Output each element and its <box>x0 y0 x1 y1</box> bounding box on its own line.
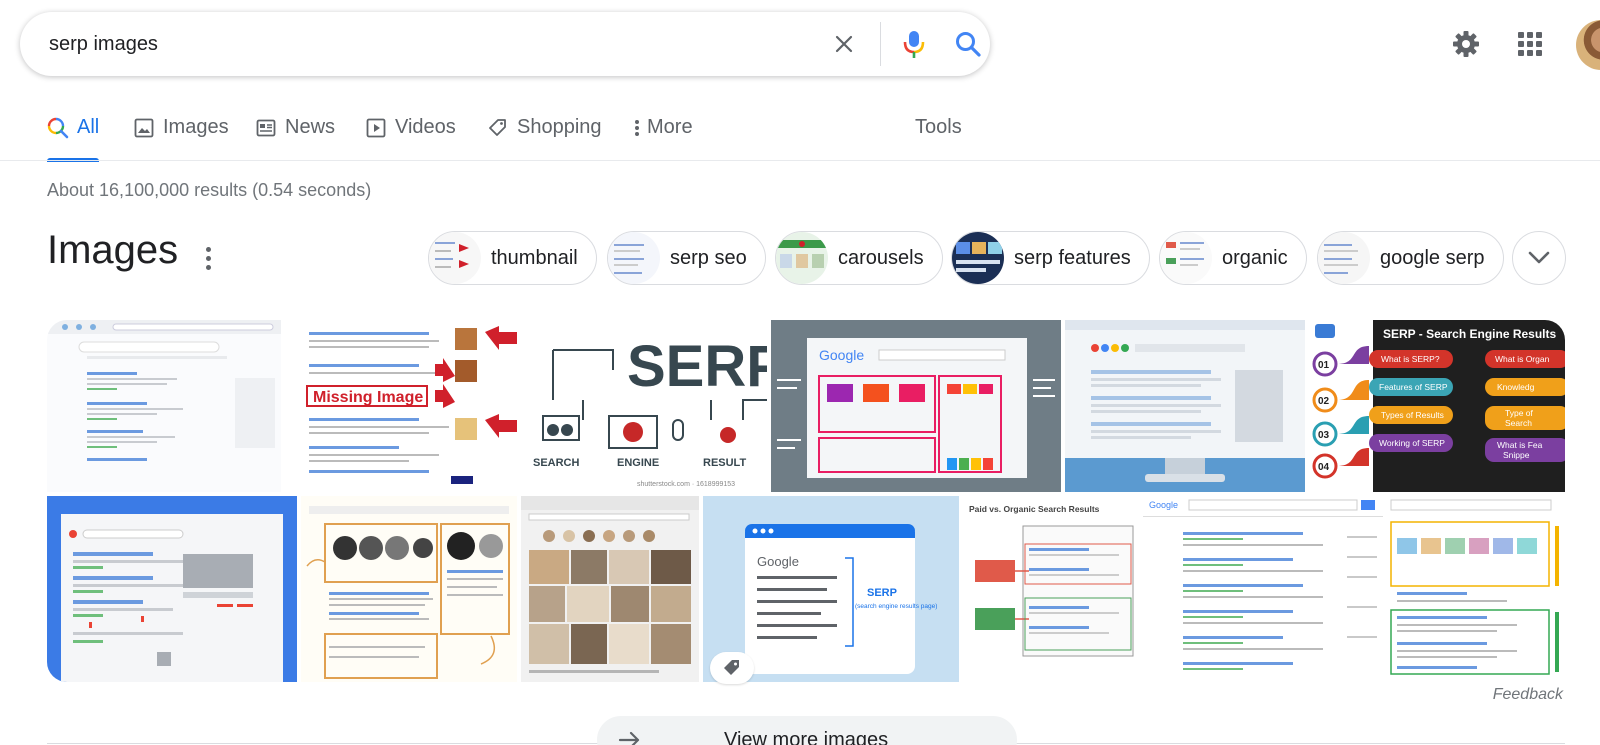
microphone-icon[interactable] <box>896 26 932 62</box>
image-result[interactable]: SERP - Search Engine Results 01 02 03 04… <box>1309 320 1565 492</box>
search-divider <box>880 22 881 66</box>
apps-grid-icon[interactable] <box>1510 24 1550 64</box>
result-stats: About 16,100,000 results (0.54 seconds) <box>47 180 372 200</box>
tab-label: Images <box>163 116 229 138</box>
tools-label: Tools <box>915 116 962 138</box>
serp-word: SERP <box>627 334 767 399</box>
arrow-right-icon <box>618 730 646 745</box>
tab-videos[interactable]: Videos <box>365 108 456 160</box>
tabs-divider <box>0 160 1600 161</box>
infographic-pill: Working of SERP <box>1379 438 1445 448</box>
image-result[interactable] <box>301 496 517 682</box>
chip-carousels[interactable]: carousels <box>775 231 943 285</box>
infographic-pill: What is SERP? <box>1381 354 1440 364</box>
tab-label: More <box>647 116 693 138</box>
tab-label: News <box>285 116 336 138</box>
infographic-pill: Snippe <box>1503 450 1530 460</box>
image-result[interactable]: Google <box>1143 496 1383 682</box>
image-icon <box>133 117 155 139</box>
infographic-pill: What is Organ <box>1495 354 1550 364</box>
chip-organic[interactable]: organic <box>1159 231 1307 285</box>
search-box[interactable]: serp images <box>20 12 990 76</box>
view-more-label: View more images <box>724 728 889 745</box>
image-result[interactable] <box>1387 496 1565 682</box>
serp-engine-text: ENGINE <box>617 457 659 469</box>
chip-label: serp features <box>1014 246 1131 269</box>
tab-label: All <box>77 116 100 138</box>
image-result[interactable]: SERP SEARCH ENGINE RESULT shutterstock.c… <box>523 320 767 492</box>
serp-search-text: SEARCH <box>533 457 580 469</box>
newspaper-icon <box>255 117 277 139</box>
infographic-number: 02 <box>1318 396 1330 407</box>
chip-carousels-image <box>776 232 828 284</box>
paid-organic-title: Paid vs. Organic Search Results <box>969 504 1100 514</box>
google-logo-text: Google <box>819 347 864 363</box>
tab-label: Shopping <box>517 116 602 138</box>
image-result[interactable]: Google <box>771 320 1061 492</box>
infographic-pill: Knowledg <box>1497 382 1535 392</box>
google-logo-text: Google <box>1149 500 1178 510</box>
images-more-menu-icon[interactable] <box>196 244 220 272</box>
chip-google-serp[interactable]: google serp <box>1317 231 1504 285</box>
settings-gear-icon[interactable] <box>1446 24 1486 64</box>
infographic-pill: Features of SERP <box>1379 382 1448 392</box>
tab-all[interactable]: All <box>47 108 100 162</box>
tab-images[interactable]: Images <box>133 108 229 160</box>
missing-image-text: Missing Image <box>313 389 423 406</box>
infographic-number: 01 <box>1318 360 1330 371</box>
tab-news[interactable]: News <box>255 108 335 160</box>
feedback-link[interactable]: Feedback <box>1493 686 1563 704</box>
infographic-pill: Search <box>1505 418 1532 428</box>
image-result[interactable] <box>521 496 699 682</box>
image-results-grid: Missing Image SERP SEARCH ENGINE RESULT … <box>47 320 1565 682</box>
chip-label: organic <box>1222 246 1288 269</box>
search-multicolor-icon <box>47 117 69 139</box>
infographic-title: SERP - Search Engine Results <box>1383 327 1556 341</box>
image-result[interactable] <box>47 496 297 682</box>
play-icon <box>365 117 387 139</box>
tab-more[interactable]: More <box>631 108 693 160</box>
product-tag-icon[interactable] <box>710 652 754 684</box>
image-result[interactable]: Paid vs. Organic Search Results <box>963 496 1139 682</box>
chip-label: google serp <box>1380 246 1485 269</box>
chip-serp-seo[interactable]: serp seo <box>607 231 766 285</box>
account-avatar[interactable] <box>1576 20 1600 70</box>
google-logo-text: Google <box>757 554 799 569</box>
serp-label-text: SERP <box>867 587 897 599</box>
shutterstock-text: shutterstock.com · 1618999153 <box>637 481 735 488</box>
chip-google-serp-image <box>1318 232 1370 284</box>
infographic-pill: Types of Results <box>1381 410 1444 420</box>
chip-organic-image <box>1160 232 1212 284</box>
serp-result-text: RESULT <box>703 457 746 469</box>
chip-serp-seo-image <box>608 232 660 284</box>
chip-serp-features[interactable]: serp features <box>951 231 1150 285</box>
tab-shopping[interactable]: Shopping <box>487 108 602 160</box>
image-result[interactable] <box>1065 320 1305 492</box>
chip-label: thumbnail <box>491 246 578 269</box>
infographic-number: 03 <box>1318 430 1330 441</box>
view-more-images-button[interactable]: View more images <box>597 716 1017 745</box>
tab-label: Videos <box>395 116 456 138</box>
search-input[interactable]: serp images <box>49 12 158 76</box>
clear-icon[interactable] <box>826 26 862 62</box>
chip-serp-features-image <box>952 232 1004 284</box>
search-icon[interactable] <box>950 26 986 62</box>
image-result[interactable]: Missing Image <box>285 320 519 492</box>
chips-expand-chevron-down-icon[interactable] <box>1512 231 1566 285</box>
images-heading: Images <box>47 228 179 272</box>
image-result[interactable] <box>47 320 281 492</box>
chip-thumbnail-image <box>429 232 481 284</box>
infographic-pill: What is Fea <box>1497 440 1543 450</box>
search-tabs: All Images News Videos Shopping More Too… <box>47 108 1600 162</box>
chip-label: serp seo <box>670 246 747 269</box>
chip-thumbnail[interactable]: thumbnail <box>428 231 597 285</box>
tag-icon <box>487 117 509 139</box>
tools-button[interactable]: Tools <box>915 108 962 160</box>
chip-label: carousels <box>838 246 924 269</box>
serp-sub-text: (search engine results page) <box>855 603 937 610</box>
infographic-number: 04 <box>1318 462 1330 473</box>
more-vert-icon <box>631 117 643 139</box>
infographic-pill: Type of <box>1505 408 1534 418</box>
